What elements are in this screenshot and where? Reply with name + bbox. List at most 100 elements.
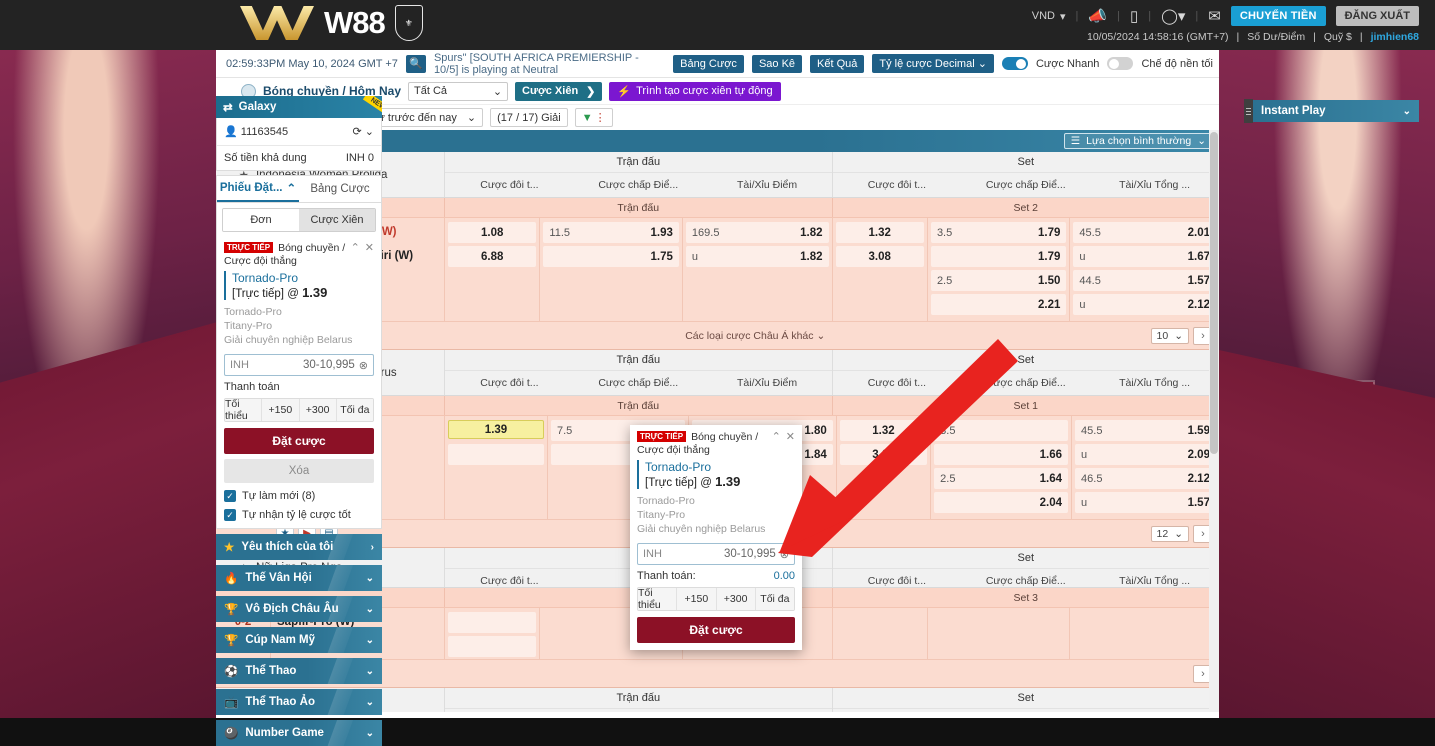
logout-button[interactable]: ĐĂNG XUẤT bbox=[1335, 6, 1419, 26]
galaxy-banner[interactable]: ⇄ Galaxy NEW bbox=[216, 96, 382, 118]
parlay-button[interactable]: Cược Xiên ❯ bbox=[515, 81, 603, 101]
odds-cell[interactable]: 1.32 bbox=[835, 222, 924, 243]
odds-cell[interactable]: 46.5 2.12 bbox=[1075, 468, 1216, 489]
brand-logo[interactable]: W88 ⚜ bbox=[240, 5, 423, 41]
place-bet-button[interactable]: Đặt cược bbox=[637, 617, 795, 643]
mail-icon[interactable]: ✉ bbox=[1208, 9, 1221, 24]
stake-plus150-button[interactable]: +150 bbox=[677, 588, 717, 610]
odds-cell[interactable]: 3.08 bbox=[835, 246, 924, 267]
odds-cell[interactable]: u 2.09 bbox=[1075, 444, 1216, 465]
stake-plus300-button[interactable]: +300 bbox=[716, 588, 756, 610]
stake-min-button[interactable]: Tối thiểu bbox=[225, 399, 263, 421]
odds-cell[interactable]: 1.66 bbox=[934, 444, 1069, 465]
balance-link[interactable]: Số Dư/Điểm bbox=[1247, 31, 1305, 43]
odds-cell[interactable]: 2.21 bbox=[930, 294, 1067, 315]
odds-cell[interactable]: u 2.12 bbox=[1073, 294, 1217, 315]
clear-icon[interactable]: ⊗ bbox=[780, 548, 789, 561]
odds-cell[interactable]: u 1.67 bbox=[1073, 246, 1217, 267]
league-count-badge[interactable]: (17 / 17) Giải bbox=[490, 108, 568, 127]
odds-cell[interactable] bbox=[448, 444, 544, 465]
quick-bet-toggle[interactable] bbox=[1001, 57, 1028, 70]
checkbox-checked-icon[interactable]: ✓ bbox=[224, 509, 236, 521]
view-mode-select[interactable]: ☰ Lựa chọn bình thường ⌄ bbox=[1063, 133, 1213, 149]
tab-bet-slip[interactable]: Phiếu Đặt... ⌃ bbox=[217, 176, 299, 202]
panel-drag-handle[interactable] bbox=[1244, 99, 1253, 123]
dark-mode-toggle[interactable] bbox=[1107, 57, 1134, 70]
place-bet-button[interactable]: Đặt cược bbox=[224, 428, 374, 454]
league-filter-select[interactable]: Tất Cả ⌄ bbox=[408, 81, 509, 101]
column-group-match: Trận đấu Cược đôi t... Cược chấp Điể... … bbox=[444, 152, 832, 197]
odds-cell[interactable]: 3.08 bbox=[839, 444, 928, 465]
stake-max-button[interactable]: Tối đa bbox=[336, 399, 373, 421]
refresh-icon[interactable]: ⟳ ⌄ bbox=[353, 125, 375, 138]
table-scrollbar[interactable] bbox=[1209, 130, 1219, 712]
sidebar-item-copa[interactable]: 🏆 Cúp Nam Mỹ ⌄ bbox=[216, 627, 382, 653]
instant-play-panel[interactable]: Instant Play ⌄ bbox=[1253, 100, 1419, 122]
odds-cell[interactable]: 3.5 bbox=[934, 420, 1069, 441]
stake-input[interactable]: INH 30-10,995 ⊗ bbox=[637, 543, 795, 565]
odds-cell[interactable]: 2.5 1.50 bbox=[930, 270, 1067, 291]
collapse-icon[interactable]: ⌃ bbox=[351, 241, 360, 254]
megaphone-icon[interactable]: 📣 bbox=[1088, 9, 1107, 24]
odds-cell[interactable]: 1.75 bbox=[543, 246, 679, 267]
page-size-select[interactable]: 10 ⌄ bbox=[1150, 327, 1189, 344]
clear-icon[interactable]: ⊗ bbox=[359, 359, 368, 372]
odds-cell[interactable]: 1.79 bbox=[930, 246, 1067, 267]
clear-slip-button[interactable]: Xóa bbox=[224, 459, 374, 483]
odds-cell[interactable]: u 1.57 bbox=[1075, 492, 1216, 513]
odds-cell[interactable]: 2.5 1.64 bbox=[934, 468, 1069, 489]
odds-cell[interactable]: 2.04 bbox=[934, 492, 1069, 513]
odds-cell[interactable] bbox=[448, 612, 537, 633]
total-line: u bbox=[1079, 298, 1086, 311]
checkbox-checked-icon[interactable]: ✓ bbox=[224, 490, 236, 502]
bet-list-button[interactable]: Bảng Cược bbox=[673, 54, 744, 73]
mobile-icon[interactable]: ▯ bbox=[1130, 9, 1138, 24]
close-icon[interactable]: ✕ bbox=[365, 241, 374, 254]
statement-button[interactable]: Sao Kê bbox=[751, 54, 803, 73]
sidebar-item-olympics[interactable]: 🔥 Thế Vân Hội ⌄ bbox=[216, 565, 382, 591]
scrollbar-thumb[interactable] bbox=[1210, 132, 1218, 454]
transfer-funds-button[interactable]: CHUYỂN TIỀN bbox=[1230, 6, 1326, 26]
odds-cell[interactable]: 44.5 1.57 bbox=[1073, 270, 1217, 291]
stake-plus150-button[interactable]: +150 bbox=[262, 399, 300, 421]
sidebar-item-favorites[interactable]: ★ Yêu thích của tôi › bbox=[216, 534, 382, 560]
other-markets-link[interactable]: Các loại cược Châu Á khác ⌄ bbox=[360, 330, 1151, 342]
sort-toggle-button[interactable]: ▼ ⋮ bbox=[574, 108, 613, 127]
odds-cell[interactable]: 6.88 bbox=[448, 246, 537, 267]
odds-cell[interactable]: 1.08 bbox=[448, 222, 537, 243]
segment-single[interactable]: Đơn bbox=[223, 209, 299, 231]
sidebar-item-sports[interactable]: ⚽ Thể Thao ⌄ bbox=[216, 658, 382, 684]
odds-cell[interactable]: 169.5 1.82 bbox=[685, 222, 829, 243]
sidebar-item-euro[interactable]: 🏆 Vô Địch Châu Âu ⌄ bbox=[216, 596, 382, 622]
results-button[interactable]: Kết Quả bbox=[810, 54, 865, 73]
odds-cell[interactable]: 45.5 1.59 bbox=[1075, 420, 1216, 441]
currency-selector[interactable]: VND ▾ bbox=[1032, 10, 1066, 23]
col-overunder: Tài/Xỉu Điểm bbox=[703, 709, 832, 712]
auto-refresh-option[interactable]: ✓ Tự làm mới (8) bbox=[224, 490, 374, 502]
stake-max-button[interactable]: Tối đa bbox=[755, 588, 794, 610]
stake-plus300-button[interactable]: +300 bbox=[299, 399, 337, 421]
odds-cell[interactable]: u 1.82 bbox=[685, 246, 829, 267]
segment-parlay[interactable]: Cược Xiên bbox=[299, 209, 375, 231]
sidebar-item-virtual-sports[interactable]: 📺 Thể Thao Ảo ⌄ bbox=[216, 689, 382, 715]
odds-cell[interactable]: 11.5 1.93 bbox=[543, 222, 679, 243]
stake-min-button[interactable]: Tối thiểu bbox=[638, 588, 678, 610]
odds-cell[interactable]: 1.32 bbox=[839, 420, 928, 441]
fund-link[interactable]: Quỹ $ bbox=[1324, 31, 1352, 43]
language-globe-icon[interactable]: ◯▾ bbox=[1161, 9, 1185, 24]
odds-cell[interactable]: 45.5 2.01 bbox=[1073, 222, 1217, 243]
odds-cell[interactable] bbox=[448, 636, 537, 657]
auto-accept-option[interactable]: ✓ Tự nhận tỷ lệ cược tốt bbox=[224, 509, 374, 521]
close-icon[interactable]: ✕ bbox=[786, 430, 795, 443]
auto-parlay-button[interactable]: ⚡ Trình tạo cược xiên tự động bbox=[609, 81, 781, 101]
odds-cell[interactable]: 3.5 1.79 bbox=[930, 222, 1067, 243]
odds-type-selector[interactable]: Tỷ lệ cược Decimal ⌄ bbox=[872, 54, 994, 73]
collapse-icon[interactable]: ⌃ bbox=[772, 430, 781, 443]
search-icon[interactable]: 🔍 bbox=[405, 54, 426, 73]
username-label[interactable]: jimhien68 bbox=[1371, 31, 1419, 43]
sidebar-item-number-game[interactable]: 🎱 Number Game ⌄ bbox=[216, 720, 382, 746]
page-size-select[interactable]: 12 ⌄ bbox=[1150, 525, 1189, 542]
stake-input[interactable]: INH 30-10,995 ⊗ bbox=[224, 354, 374, 376]
tab-bet-list[interactable]: Bảng Cược bbox=[299, 176, 381, 202]
odds-cell-selected[interactable]: 1.39 bbox=[448, 420, 544, 439]
